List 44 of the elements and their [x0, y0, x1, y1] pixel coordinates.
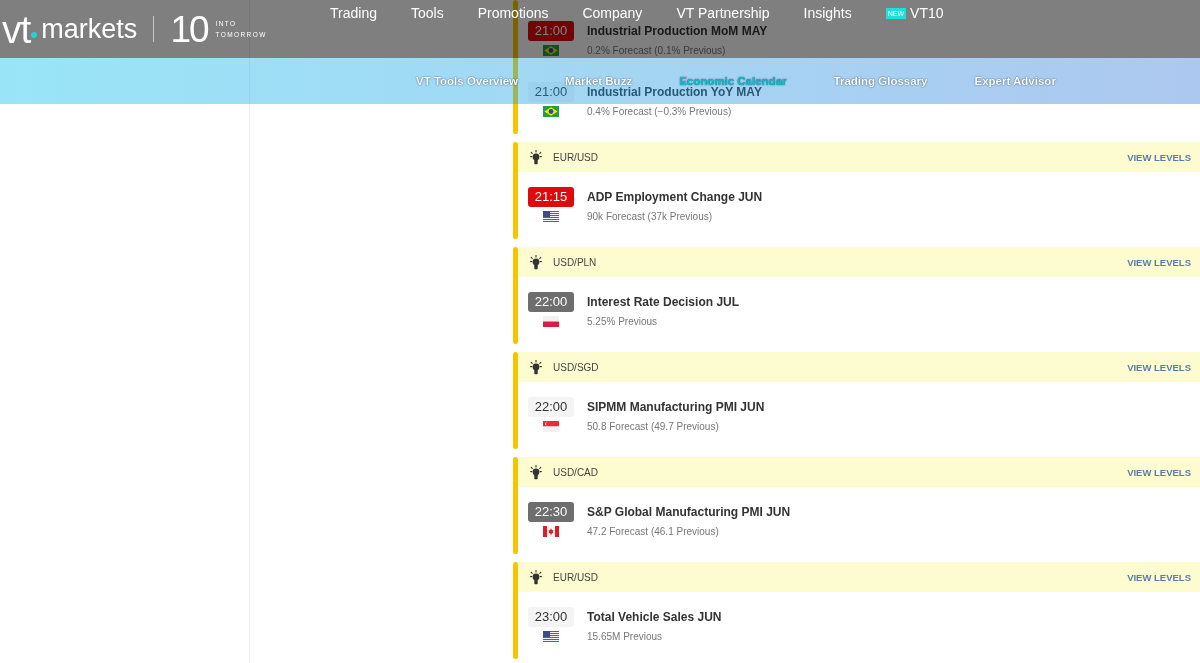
- pair-label: USD/SGD: [553, 361, 599, 373]
- event-detail: 0.4% Forecast (−0.3% Previous): [587, 105, 732, 119]
- view-levels-link[interactable]: VIEW LEVELS: [1127, 466, 1191, 478]
- view-levels-link[interactable]: VIEW LEVELS: [1127, 571, 1191, 583]
- dot-icon: [31, 31, 38, 38]
- time-badge: 21:00: [528, 21, 574, 41]
- pair-label: EUR/USD: [553, 151, 598, 163]
- event-title: ADP Employment Change JUN: [587, 189, 763, 206]
- lightbulb-icon: [530, 569, 542, 585]
- nav-link[interactable]: Trading: [330, 6, 377, 20]
- time-badge: 22:00: [528, 397, 574, 417]
- event-title: S&P Global Manufacturing PMI JUN: [587, 504, 791, 521]
- lightbulb-icon: [530, 464, 542, 480]
- nav-link[interactable]: Tools: [410, 6, 444, 20]
- event-detail: 47.2 Forecast (46.1 Previous): [587, 525, 719, 539]
- nav-link[interactable]: VT Partnership: [676, 6, 770, 20]
- view-levels-link[interactable]: VIEW LEVELS: [1127, 256, 1191, 268]
- event-title: Total Vehicle Sales JUN: [587, 609, 722, 626]
- emblem-number: 10: [170, 10, 208, 48]
- pair-label: USD/CAD: [553, 466, 598, 478]
- lightbulb-icon: [530, 254, 542, 270]
- event-detail: 50.8 Forecast (49.7 Previous): [587, 420, 719, 434]
- event-title: Industrial Production YoY MAY: [587, 85, 762, 101]
- lightbulb-icon: [530, 149, 542, 165]
- event-title: Industrial Production MoM MAY: [587, 23, 768, 40]
- lightbulb-icon: [530, 359, 542, 375]
- pair-label: EUR/USD: [553, 571, 598, 583]
- event-detail: 0.2% Forecast (0.1% Previous): [587, 44, 726, 58]
- event-title: Interest Rate Decision JUL: [587, 294, 740, 311]
- event-detail: 90k Forecast (37k Previous): [587, 210, 713, 224]
- event-title: SIPMM Manufacturing PMI JUN: [587, 399, 765, 416]
- view-levels-link[interactable]: VIEW LEVELS: [1127, 361, 1191, 373]
- logo-mark: vt: [2, 9, 31, 49]
- pair-label: USD/PLN: [553, 256, 597, 268]
- view-levels-link[interactable]: VIEW LEVELS: [1127, 151, 1191, 163]
- nav-link[interactable]: Company: [582, 6, 643, 20]
- logo-wordmark: markets: [41, 15, 138, 43]
- event-detail: 5.25% Previous: [587, 315, 658, 329]
- time-badge: 22:00: [528, 292, 574, 312]
- nav-link[interactable]: Insights: [803, 6, 852, 20]
- event-detail: 15.65M Previous: [587, 630, 663, 644]
- time-badge: 22:30: [528, 502, 574, 522]
- time-badge: 21:15: [528, 187, 574, 207]
- time-badge: 23:00: [528, 607, 574, 627]
